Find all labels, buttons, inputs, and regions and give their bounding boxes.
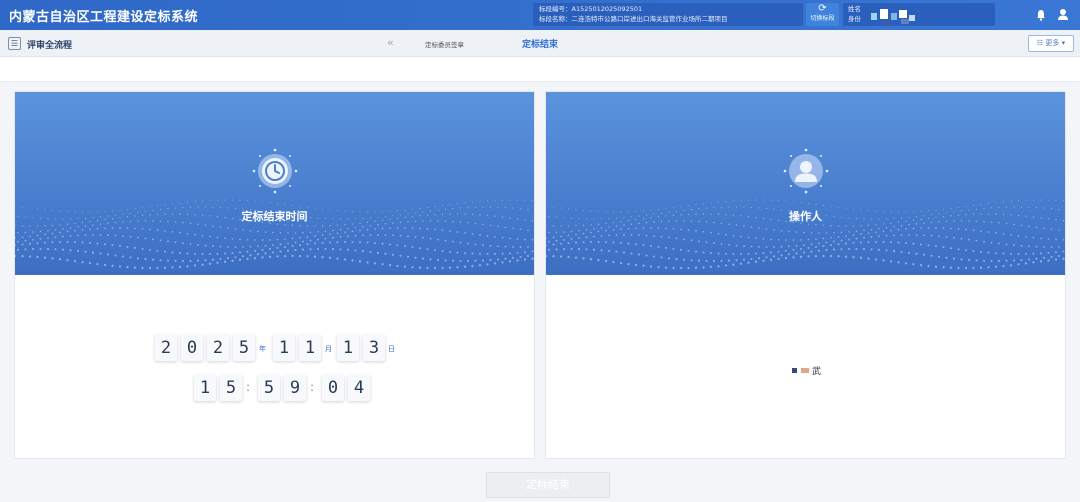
operator-icon (783, 148, 828, 194)
date-digit: 3 (363, 335, 385, 361)
date-digit: 1 (337, 335, 359, 361)
clock-icon (252, 148, 297, 194)
time-digit: 4 (348, 375, 370, 401)
time-digit: 1 (194, 375, 216, 401)
date-digit: 1 (273, 335, 295, 361)
date-digit: 0 (181, 335, 203, 361)
date-digit: 2 (207, 335, 229, 361)
step-finish[interactable]: 定标结束 (522, 37, 558, 50)
flow-menu-icon[interactable]: ☰ (8, 37, 21, 50)
refresh-icon: ⟳ (818, 3, 827, 14)
redacted-mosaic (871, 7, 921, 25)
step-committee-sign[interactable]: 定标委员签章 (425, 39, 464, 49)
user-avatar-icon[interactable] (1057, 8, 1069, 21)
operator-panel: 操作人 武 (545, 91, 1066, 459)
finish-time-panel: 定标结束时间 2 0 2 5 年 1 1 月 1 3 日 1 5 : 5 9 :… (14, 91, 535, 459)
project-name: 标段名称：二连浩特市公路口岸进出口海关监管作业场所二期项目 (539, 14, 728, 23)
finish-time-title: 定标结束时间 (241, 210, 308, 223)
time-colon: : (310, 380, 315, 394)
app-title: 内蒙古自治区工程建设定标系统 (9, 10, 199, 25)
content-header-space (0, 57, 1080, 81)
time-digit: 0 (322, 375, 344, 401)
operator-title: 操作人 (789, 210, 822, 223)
switch-section-button[interactable]: ⟳ 切换标段 (806, 3, 839, 26)
date-digit: 1 (299, 335, 321, 361)
time-colon: : (246, 380, 251, 394)
more-button[interactable]: ☷ 更多 ▾ (1028, 35, 1074, 52)
bell-icon[interactable] (1036, 9, 1046, 21)
year-unit: 年 (259, 345, 266, 353)
month-unit: 月 (325, 345, 332, 353)
switch-section-label: 切换标段 (810, 15, 835, 22)
operator-banner: 操作人 (546, 92, 1065, 275)
divider (0, 81, 1080, 82)
day-unit: 日 (388, 345, 395, 353)
process-bar: ☰ 评审全流程 « 定标委员签章 定标结束 ☷ 更多 ▾ (0, 30, 1080, 57)
project-code: 标段编号：A15250120250925​01 (539, 5, 643, 13)
date-digit: 5 (233, 335, 255, 361)
user-info: 姓名 身份 (843, 3, 995, 26)
wave-pattern (546, 199, 1065, 270)
top-header: 内蒙古自治区工程建设定标系统 标段编号：A15250120250925​01 标… (0, 0, 1080, 30)
finish-button[interactable]: 定标结束 (486, 472, 610, 498)
date-digit: 2 (155, 335, 177, 361)
operator-name: 武 (812, 367, 822, 377)
flow-label[interactable]: 评审全流程 (27, 38, 72, 51)
time-digit: 5 (258, 375, 280, 401)
finish-time-banner: 定标结束时间 (15, 92, 534, 275)
project-info: 标段编号：A15250120250925​01 标段名称：二连浩特市公路口岸进出… (533, 3, 803, 26)
time-digit: 9 (284, 375, 306, 401)
wave-pattern (15, 199, 534, 270)
prev-step-arrow[interactable]: « (387, 36, 394, 49)
time-digit: 5 (220, 375, 242, 401)
